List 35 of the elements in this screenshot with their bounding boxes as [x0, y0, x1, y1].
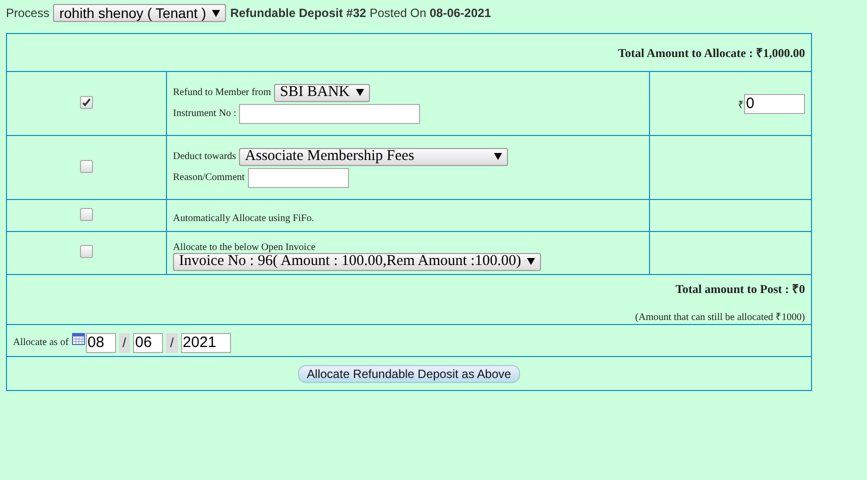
amount-field[interactable]: 0 [744, 94, 805, 114]
field-label: Instrument No : [173, 108, 236, 119]
month-field[interactable]: 06 [133, 332, 164, 352]
deposit-info: Refundable Deposit #32 Posted On 08-06-2021 [230, 6, 491, 20]
checkbox[interactable] [80, 245, 93, 258]
input-field[interactable] [248, 168, 349, 188]
caret-icon [212, 10, 220, 16]
process-label: Process [6, 6, 50, 20]
dropdown[interactable]: SBI BANK [274, 84, 370, 102]
checkbox[interactable] [80, 208, 93, 220]
dropdown[interactable]: rohith shenoy ( Tenant ) [53, 4, 226, 22]
option-label: Automatically Allocate using FiFo. [173, 213, 314, 224]
caret-icon [494, 153, 502, 160]
remaining-note: (Amount that can still be allocated ₹1000) [635, 312, 805, 323]
option-label: Allocate to the below Open Invoice [173, 242, 316, 252]
dropdown[interactable]: Associate Membership Fees [239, 148, 508, 166]
day-field[interactable]: 08 [86, 332, 116, 352]
date-separator: / [166, 332, 178, 352]
checkbox[interactable] [80, 96, 93, 108]
field-label: Reason/Comment [173, 172, 245, 183]
total-amount: Total Amount to Allocate : ₹1,000.00 [618, 46, 805, 60]
date-label: Allocate as of [13, 337, 69, 348]
currency-symbol: ₹ [738, 98, 744, 110]
caret-icon [356, 89, 364, 96]
caret-icon [527, 258, 536, 265]
input-field[interactable] [239, 104, 420, 124]
dropdown[interactable]: Invoice No : 96( Amount : 100.00,Rem Amount :100.00) [173, 252, 542, 270]
date-separator: / [118, 332, 130, 352]
checkbox[interactable] [80, 160, 93, 172]
total-to-post: Total amount to Post : ₹0 [675, 282, 805, 296]
allocate-button[interactable]: Allocate Refundable Deposit as Above [298, 364, 520, 382]
year-field[interactable]: 2021 [180, 332, 231, 352]
field-label: Refund to Member from [173, 87, 272, 98]
field-label: Deduct towards [173, 151, 236, 162]
calendar-icon [72, 332, 85, 344]
